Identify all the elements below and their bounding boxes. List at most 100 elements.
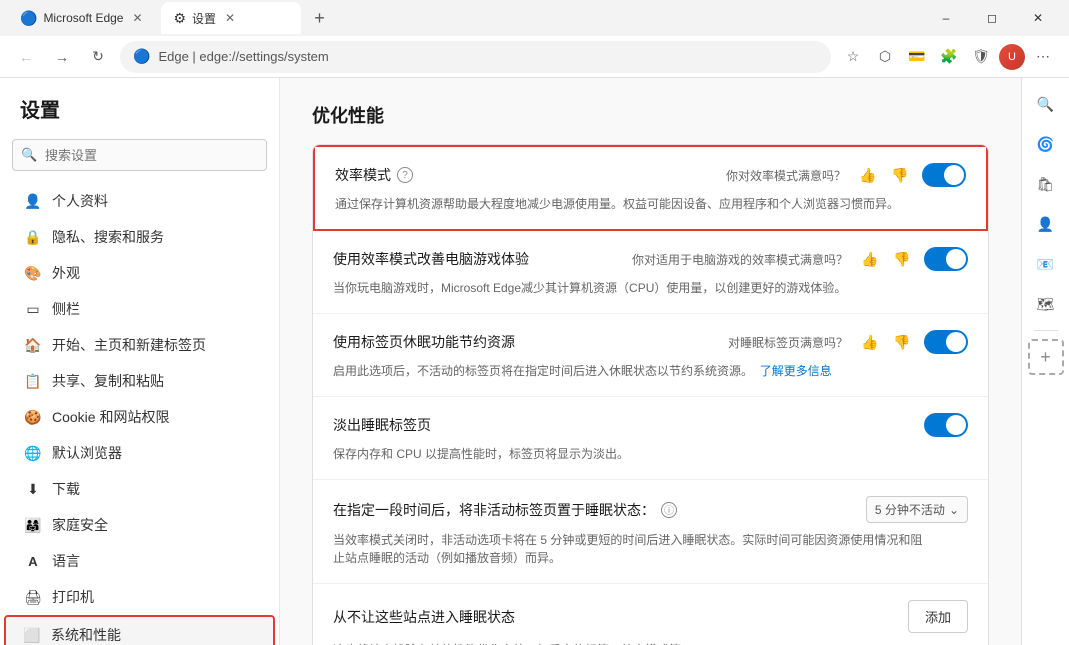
search-icon: 🔍 — [21, 147, 37, 163]
sidebar-item-label: 下载 — [52, 479, 80, 499]
restore-button[interactable]: ◻ — [969, 2, 1015, 34]
family-icon: 👨‍👩‍👧 — [24, 516, 42, 534]
avatar[interactable]: U — [999, 44, 1025, 70]
never-sleep-desc: 这也将站点排除在其他性能优化之外，如丢弃的标签、效率模式等。 — [333, 641, 968, 645]
efficiency-mode-controls: 你对效率模式满意吗？ 👍 👎 — [726, 163, 966, 187]
sidebar-item-share[interactable]: 📋 共享、复制和粘贴 — [4, 363, 275, 399]
panel-people-icon[interactable]: 👤 — [1028, 206, 1064, 242]
section1-title: 优化性能 — [312, 102, 989, 128]
search-input[interactable] — [12, 139, 267, 171]
back-button[interactable]: ← — [12, 43, 40, 71]
address-bar[interactable]: 🔵 Edge | edge://settings/system — [120, 41, 831, 73]
sidebar-item-default-browser[interactable]: 🌐 默认浏览器 — [4, 435, 275, 471]
browser-essentials-button[interactable]: 🛡 — [967, 43, 995, 71]
sleeping-timer-row: 在指定一段时间后，将非活动标签页置于睡眠状态： ⓘ 5 分钟不活动 ⌄ 当效率模… — [313, 480, 988, 584]
extensions-button[interactable]: 🧩 — [935, 43, 963, 71]
panel-shopping-icon[interactable]: 🛍 — [1028, 166, 1064, 202]
sleeping-thumbs-up[interactable]: 👍 — [860, 332, 880, 352]
panel-outlook-icon[interactable]: 📧 — [1028, 246, 1064, 282]
efficiency-toggle[interactable] — [922, 163, 966, 187]
gaming-toggle[interactable] — [924, 247, 968, 271]
sleeping-tabs-header: 使用标签页休眠功能节约资源 对睡眠标签页满意吗？ 👍 👎 — [333, 330, 968, 354]
dropdown-chevron-icon: ⌄ — [949, 503, 959, 517]
panel-add-button[interactable]: + — [1028, 339, 1064, 375]
sidebar-item-label: 打印机 — [52, 587, 94, 607]
sleeping-timer-header: 在指定一段时间后，将非活动标签页置于睡眠状态： ⓘ 5 分钟不活动 ⌄ — [333, 496, 968, 523]
sidebar-item-cookies[interactable]: 🍪 Cookie 和网站权限 — [4, 399, 275, 435]
tab1-close[interactable]: ✕ — [129, 10, 145, 26]
refresh-button[interactable]: ↻ — [84, 43, 112, 71]
favorites-button[interactable]: ☆ — [839, 43, 867, 71]
learn-more-link[interactable]: 了解更多信息 — [760, 364, 832, 378]
tab-settings[interactable]: ⚙ 设置 ✕ — [161, 2, 301, 34]
timer-dropdown[interactable]: 5 分钟不活动 ⌄ — [866, 496, 968, 523]
fade-sleeping-desc: 保存内存和 CPU 以提高性能时，标签页将显示为淡出。 — [333, 445, 968, 463]
site-icon: 🔵 — [133, 48, 150, 65]
gaming-mode-desc: 当你玩电脑游戏时，Microsoft Edge减少其计算机资源（CPU）使用量，… — [333, 279, 968, 297]
sidebar-item-profile[interactable]: 👤 个人资料 — [4, 183, 275, 219]
efficiency-mode-header: 效率模式 ? 你对效率模式满意吗？ 👍 👎 — [335, 163, 966, 187]
tab1-favicon: 🔵 — [20, 10, 37, 27]
sidebar-item-printer[interactable]: 🖨 打印机 — [4, 579, 275, 615]
efficiency-mode-row: 效率模式 ? 你对效率模式满意吗？ 👍 👎 通过保存计算机资源帮助最大程度地减少… — [313, 145, 988, 231]
close-button[interactable]: ✕ — [1015, 2, 1061, 34]
sidebar-item-family[interactable]: 👨‍👩‍👧 家庭安全 — [4, 507, 275, 543]
sleeping-tabs-title: 使用标签页休眠功能节约资源 — [333, 332, 515, 352]
system-icon: ⬜ — [23, 626, 41, 644]
efficiency-info-icon[interactable]: ? — [397, 167, 413, 183]
sidebar-item-language[interactable]: A 语言 — [4, 543, 275, 579]
panel-maps-icon[interactable]: 🗺 — [1028, 286, 1064, 322]
gaming-thumbs-up[interactable]: 👍 — [860, 249, 880, 269]
panel-search-button[interactable]: 🔍 — [1028, 86, 1064, 122]
sidebar-item-privacy[interactable]: 🔒 隐私、搜索和服务 — [4, 219, 275, 255]
language-icon: A — [24, 552, 42, 570]
sidebar-title: 设置 — [0, 94, 279, 139]
sidebar-item-label: 开始、主页和新建标签页 — [52, 335, 206, 355]
fade-sleeping-title: 淡出睡眠标签页 — [333, 415, 431, 435]
sleeping-tabs-row: 使用标签页休眠功能节约资源 对睡眠标签页满意吗？ 👍 👎 启用此选项后，不活动的… — [313, 314, 988, 397]
sidebar-item-label: 默认浏览器 — [52, 443, 122, 463]
collections-button[interactable]: ⬡ — [871, 43, 899, 71]
cookie-icon: 🍪 — [24, 408, 42, 426]
sidebar-item-appearance[interactable]: 🎨 外观 — [4, 255, 275, 291]
thumbs-down-button[interactable]: 👎 — [890, 165, 910, 185]
sleeping-timer-title: 在指定一段时间后，将非活动标签页置于睡眠状态： ⓘ — [333, 500, 677, 520]
sidebar-item-system[interactable]: ⬜ 系统和性能 — [4, 615, 275, 645]
main-content: 优化性能 效率模式 ? 你对效率模式满意吗？ 👍 👎 — [280, 78, 1021, 645]
sidebar-item-label: 家庭安全 — [52, 515, 108, 535]
sidebar-item-sidebar[interactable]: ▭ 侧栏 — [4, 291, 275, 327]
title-bar: 🔵 Microsoft Edge ✕ ⚙ 设置 ✕ + – ◻ ✕ — [0, 0, 1069, 36]
add-site-button[interactable]: 添加 — [908, 600, 968, 633]
tab-microsoft-edge[interactable]: 🔵 Microsoft Edge ✕ — [8, 2, 157, 34]
sidebar-item-label: 系统和性能 — [51, 625, 121, 645]
sleeping-tabs-controls: 对睡眠标签页满意吗？ 👍 👎 — [728, 330, 968, 354]
tab2-label: 设置 — [192, 10, 216, 27]
sidebar-item-downloads[interactable]: ⬇ 下载 — [4, 471, 275, 507]
panel-edge-icon[interactable]: 🌀 — [1028, 126, 1064, 162]
gaming-mode-controls: 你对适用于电脑游戏的效率模式满意吗？ 👍 👎 — [632, 247, 968, 271]
sleeping-thumbs-down[interactable]: 👎 — [892, 332, 912, 352]
tab1-label: Microsoft Edge — [43, 11, 123, 25]
sleeping-tabs-toggle[interactable] — [924, 330, 968, 354]
sidebar-item-label: 个人资料 — [52, 191, 108, 211]
tab2-close[interactable]: ✕ — [222, 10, 238, 26]
settings-more-button[interactable]: ⋯ — [1029, 43, 1057, 71]
wallet-button[interactable]: 💳 — [903, 43, 931, 71]
never-sleep-controls: 添加 — [908, 600, 968, 633]
sleeping-feedback-text: 对睡眠标签页满意吗？ — [728, 334, 848, 351]
share-icon: 📋 — [24, 372, 42, 390]
gaming-thumbs-down[interactable]: 👎 — [892, 249, 912, 269]
new-tab-button[interactable]: + — [305, 4, 333, 32]
never-sleep-title: 从不让这些站点进入睡眠状态 — [333, 607, 515, 627]
sidebar-item-start[interactable]: 🏠 开始、主页和新建标签页 — [4, 327, 275, 363]
thumbs-up-button[interactable]: 👍 — [858, 165, 878, 185]
window-controls: – ◻ ✕ — [923, 2, 1061, 34]
minimize-button[interactable]: – — [923, 2, 969, 34]
fade-sleeping-toggle[interactable] — [924, 413, 968, 437]
never-sleep-row: 从不让这些站点进入睡眠状态 添加 这也将站点排除在其他性能优化之外，如丢弃的标签… — [313, 584, 988, 645]
timer-info-icon[interactable]: ⓘ — [661, 502, 677, 518]
sidebar-item-label: 隐私、搜索和服务 — [52, 227, 164, 247]
forward-button[interactable]: → — [48, 43, 76, 71]
nav-right-buttons: ☆ ⬡ 💳 🧩 🛡 U ⋯ — [839, 43, 1057, 71]
gaming-mode-title: 使用效率模式改善电脑游戏体验 — [333, 249, 529, 269]
